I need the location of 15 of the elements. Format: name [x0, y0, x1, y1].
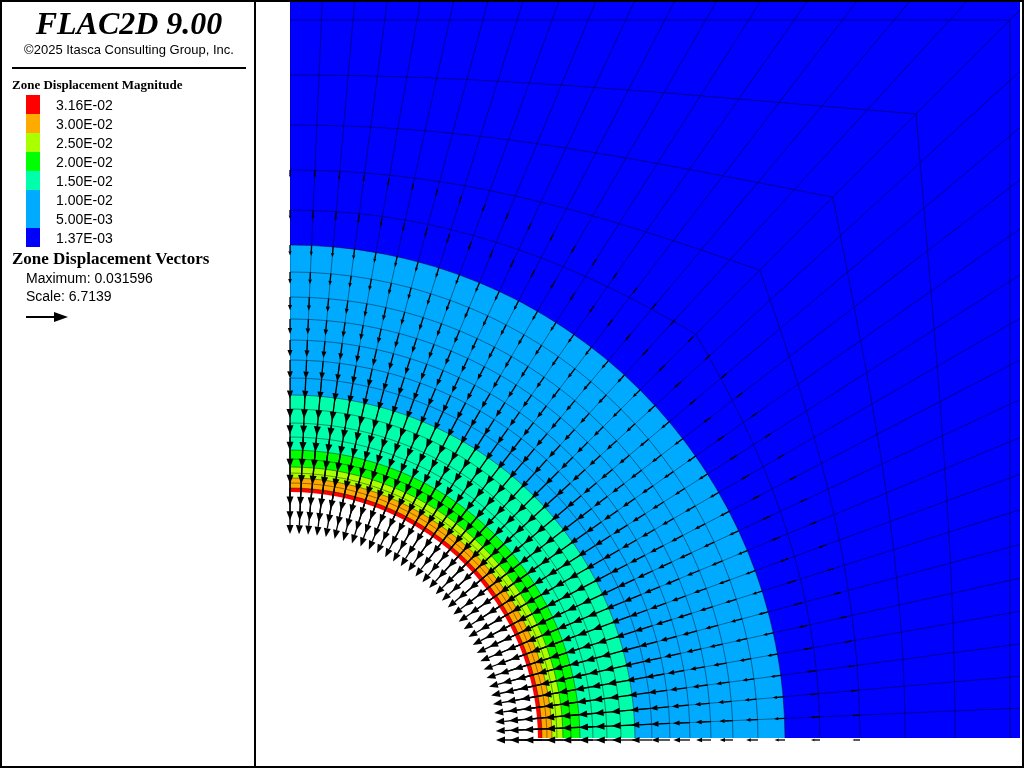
copyright-text: ©2025 Itasca Consulting Group, Inc. — [23, 42, 235, 57]
legend-title: Zone Displacement Magnitude — [12, 77, 184, 93]
maximum-text: Maximum: 0.031596 — [26, 269, 154, 287]
legend-label: 1.37E-03 — [56, 229, 113, 246]
legend-label: 2.50E-02 — [56, 134, 113, 151]
legend-label: 3.00E-02 — [56, 115, 113, 132]
legend-label: 1.00E-02 — [56, 191, 113, 208]
legend-label: 1.50E-02 — [56, 172, 113, 189]
scale-text: Scale: 6.7139 — [26, 287, 113, 305]
legend-label: 5.00E-03 — [56, 210, 113, 227]
vectors-title: Zone Displacement Vectors — [12, 249, 211, 269]
legend-label: 2.00E-02 — [56, 153, 113, 170]
arrow-icon — [26, 311, 68, 323]
app-title: FLAC2D 9.00 — [34, 6, 224, 40]
legend-label: 3.16E-02 — [56, 96, 113, 113]
